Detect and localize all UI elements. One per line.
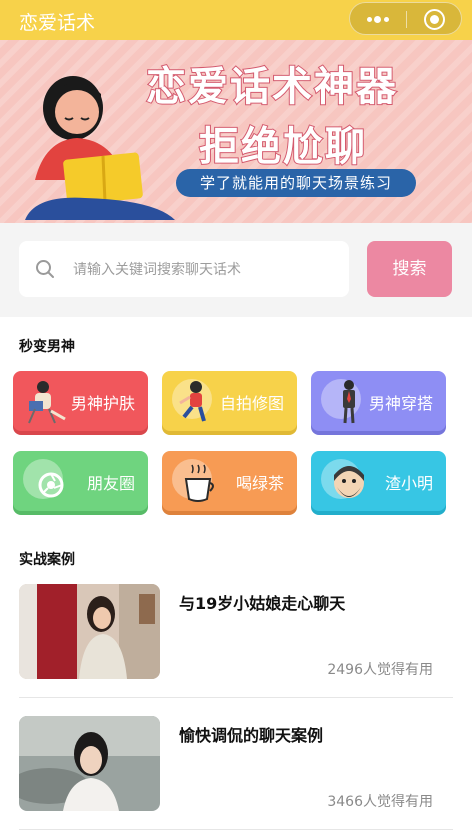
woman-photo	[19, 716, 160, 811]
more-dots-icon[interactable]	[367, 13, 391, 25]
search-area: 请输入关键词搜索聊天话术 搜索	[0, 223, 472, 317]
search-placeholder: 请输入关键词搜索聊天话术	[73, 262, 241, 278]
cases-section: 实战案例 与19岁小姑娘走心聊天 2496人觉得有用 愉快调侃的聊天案例 346…	[0, 532, 472, 834]
category-label: 喝绿茶	[235, 474, 284, 493]
category-label: 渣小明	[384, 474, 433, 493]
bearded-man-icon	[334, 466, 364, 498]
man-reading-icon	[28, 381, 66, 424]
suit-man-icon	[343, 380, 355, 424]
case-title: 与19岁小姑娘走心聊天	[179, 594, 346, 613]
top-navigation-bar: 恋爱话术	[0, 0, 472, 40]
camera-shutter-icon	[38, 472, 64, 498]
target-icon[interactable]	[424, 9, 445, 30]
category-tile-moments[interactable]: 朋友圈	[13, 451, 148, 511]
banner-headline-1: 恋爱话术神器	[145, 63, 398, 111]
search-icon	[36, 260, 54, 278]
category-tile-skincare[interactable]: 男神护肤	[13, 371, 148, 431]
tea-cup-icon	[184, 464, 214, 502]
app-title: 恋爱话术	[19, 12, 96, 34]
capsule-divider	[406, 11, 407, 28]
category-tile-selfie[interactable]: 自拍修图	[162, 371, 297, 431]
kneeling-man-icon	[179, 381, 206, 422]
category-label: 自拍修图	[219, 394, 284, 413]
banner-headline-2: 拒绝尬聊	[198, 123, 367, 171]
case-divider	[19, 697, 453, 698]
girl-photo	[19, 584, 160, 679]
category-tile-outfit[interactable]: 男神穿搭	[311, 371, 446, 431]
category-label: 男神护肤	[70, 394, 135, 413]
case-card[interactable]: 与19岁小姑娘走心聊天 2496人觉得有用	[19, 584, 453, 684]
case-thumbnail	[19, 716, 160, 811]
mini-program-capsule	[349, 2, 462, 35]
case-divider	[19, 829, 453, 830]
case-card[interactable]: 愉快调侃的聊天案例 3466人觉得有用	[19, 716, 453, 816]
banner-tagline: 学了就能用的聊天场景练习	[176, 169, 416, 197]
case-thumbnail	[19, 584, 160, 679]
categories-title: 秒变男神	[19, 339, 75, 355]
cases-title: 实战案例	[19, 552, 75, 568]
promo-banner[interactable]: 恋爱话术神器 拒绝尬聊 学了就能用的聊天场景练习	[0, 40, 472, 223]
search-input[interactable]: 请输入关键词搜索聊天话术	[19, 241, 349, 297]
case-likes: 2496人觉得有用	[327, 662, 433, 678]
category-tile-xiaoming[interactable]: 渣小明	[311, 451, 446, 511]
case-title: 愉快调侃的聊天案例	[179, 726, 324, 745]
category-label: 男神穿搭	[368, 394, 433, 413]
category-tile-green-tea[interactable]: 喝绿茶	[162, 451, 297, 511]
category-label: 朋友圈	[86, 474, 135, 493]
case-likes: 3466人觉得有用	[327, 794, 433, 810]
categories-section: 秒变男神 男神护肤 自拍修图 男神穿搭 朋友圈 喝绿茶 渣小明	[0, 317, 472, 532]
search-button[interactable]: 搜索	[367, 241, 452, 297]
